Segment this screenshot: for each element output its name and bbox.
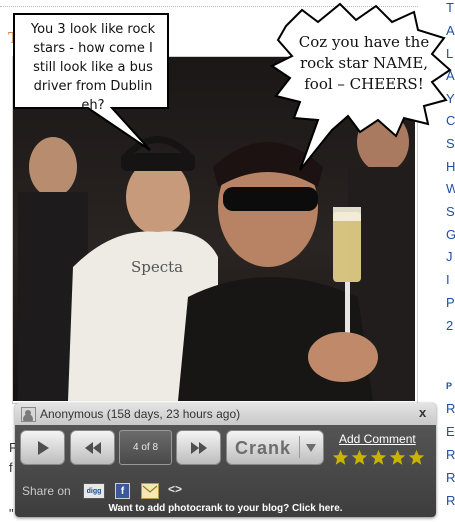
sidebar-link[interactable]: W xyxy=(446,181,455,196)
sidebar-link[interactable]: R xyxy=(446,470,455,485)
close-button[interactable]: x xyxy=(419,405,426,420)
sidebar-link[interactable]: G xyxy=(446,227,455,242)
sidebar-link[interactable]: H xyxy=(446,159,455,174)
star-icon[interactable] xyxy=(332,449,349,466)
sidebar-link[interactable]: A xyxy=(446,23,455,38)
post-text-fragment: f xyxy=(9,460,13,475)
comment-header-bar: Anonymous (158 days, 23 hours ago) x xyxy=(15,403,436,425)
sidebar-link[interactable]: A xyxy=(446,68,455,83)
play-icon xyxy=(37,440,49,455)
sidebar-link[interactable]: I xyxy=(446,272,450,287)
sidebar-link[interactable]: T xyxy=(446,0,454,15)
sidebar-link[interactable]: 2 xyxy=(446,318,453,333)
sidebar-link[interactable]: R xyxy=(446,401,455,416)
post-text-fragment: " xyxy=(9,506,14,521)
sidebar-link[interactable]: R xyxy=(446,493,455,508)
mail-button[interactable] xyxy=(141,483,159,499)
crank-button[interactable]: Crank xyxy=(226,430,324,465)
left-bubble-text: You 3 look like rock stars - how come I … xyxy=(30,22,156,113)
star-icon[interactable] xyxy=(408,449,425,466)
sidebar-link[interactable]: S xyxy=(446,136,455,151)
sidebar-link[interactable]: L xyxy=(446,46,453,61)
right-bubble-text: Coz you have the rock star NAME, fool – … xyxy=(298,33,430,93)
star-icon[interactable] xyxy=(389,449,406,466)
next-button[interactable] xyxy=(176,430,221,465)
embed-button[interactable]: <> xyxy=(168,482,182,496)
sidebar-link[interactable]: Y xyxy=(446,91,455,106)
triangle-down-icon[interactable] xyxy=(305,443,317,453)
svg-text:Specta: Specta xyxy=(131,258,183,276)
rewind-icon xyxy=(84,441,101,454)
sidebar-link[interactable]: P xyxy=(446,295,455,310)
star-rating[interactable] xyxy=(332,449,425,466)
sidebar-link[interactable]: S xyxy=(446,204,455,219)
star-icon[interactable] xyxy=(370,449,387,466)
sidebar-link[interactable]: J xyxy=(446,249,453,264)
mail-icon xyxy=(142,485,158,493)
sidebar-links: T A L A Y C S H W S G J I P 2 R E R R R xyxy=(442,0,455,522)
crank-label: Crank xyxy=(235,438,292,458)
digg-button[interactable]: digg xyxy=(83,483,105,499)
play-button[interactable] xyxy=(20,430,65,465)
photocrank-widget: Anonymous (158 days, 23 hours ago) x 4 o… xyxy=(15,403,436,517)
header-divider xyxy=(0,6,418,7)
promo-link[interactable]: Want to add photocrank to your blog? Cli… xyxy=(15,503,436,514)
sidebar-link[interactable]: R xyxy=(446,447,455,462)
fast-forward-icon xyxy=(190,441,207,454)
star-icon[interactable] xyxy=(351,449,368,466)
facebook-button[interactable]: f xyxy=(115,483,130,499)
avatar-icon xyxy=(21,407,36,422)
comment-author: Anonymous (158 days, 23 hours ago) xyxy=(40,407,241,421)
photo-counter: 4 of 8 xyxy=(119,430,172,465)
add-comment-link[interactable]: Add Comment xyxy=(339,432,416,446)
sidebar-link[interactable]: E xyxy=(446,424,455,439)
crank-divider xyxy=(299,436,300,458)
sidebar-heading: P xyxy=(446,381,453,391)
sidebar-link[interactable]: C xyxy=(446,113,455,128)
previous-button[interactable] xyxy=(70,430,115,465)
share-label: Share on xyxy=(22,484,71,498)
